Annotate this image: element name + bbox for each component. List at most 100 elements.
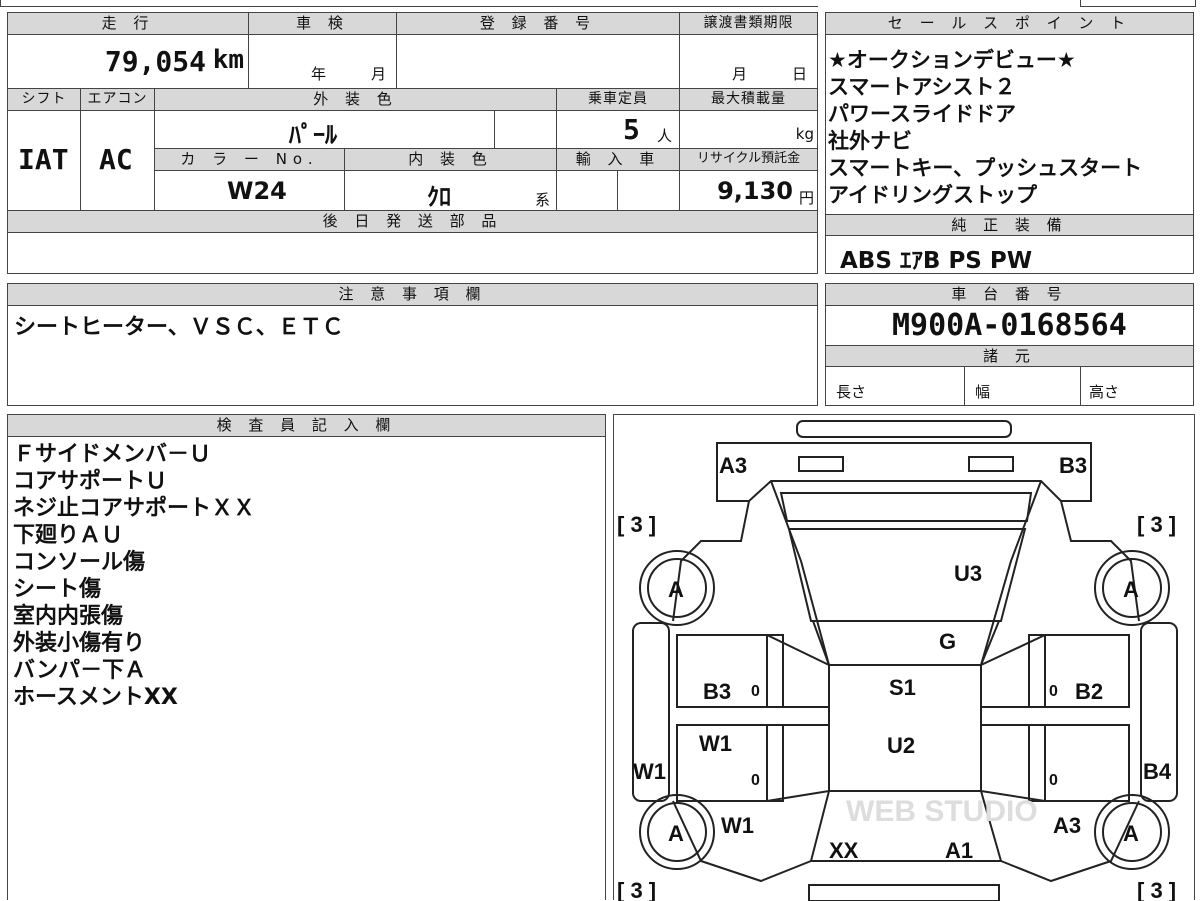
chassis-header: 車 台 番 号 bbox=[826, 284, 1193, 306]
tire-rr-label: A bbox=[1123, 821, 1139, 846]
mileage-unit: km bbox=[212, 45, 244, 75]
watermark: WEB STUDIO bbox=[846, 795, 1038, 828]
sales-points-panel: セ ー ル ス ポ イ ン ト ★オークションデビュー★ スマートアシスト２ パ… bbox=[825, 12, 1194, 274]
label-a3-top: A3 bbox=[719, 453, 747, 478]
mileage-header: 走 行 bbox=[8, 13, 249, 35]
rear-bumper-block bbox=[808, 884, 1000, 901]
color-no-cell: W24 bbox=[155, 171, 345, 211]
standard-equipment-header: 純 正 装 備 bbox=[826, 214, 1193, 236]
tire-fl-label: A bbox=[668, 577, 684, 602]
inspector-notes: Ｆサイドメンバ－Ｕ コアサポートＵ ネジ止コアサポートＸＸ 下廻りＡＵ コンソー… bbox=[13, 441, 255, 711]
label-g: G bbox=[939, 629, 956, 654]
recycle-fee-header: リサイクル預託金 bbox=[680, 149, 817, 171]
label-s1: S1 bbox=[889, 675, 916, 700]
bracket-bottom-right: [ 3 ] bbox=[1137, 878, 1176, 901]
label-b4-right: B4 bbox=[1143, 759, 1172, 784]
tire-rl-label: A bbox=[668, 821, 684, 846]
exterior-color-cell: ﾊﾟｰﾙ bbox=[155, 111, 495, 149]
color-no-header: カ ラ ー No. bbox=[155, 149, 345, 171]
bracket-bottom-left: [ 3 ] bbox=[617, 878, 656, 901]
bracket-top-left: [ 3 ] bbox=[617, 512, 656, 537]
label-zero: 0 bbox=[751, 683, 760, 700]
top-edge-fragment-right bbox=[1080, 0, 1196, 7]
bracket-top-right: [ 3 ] bbox=[1137, 512, 1176, 537]
import-header: 輸 入 車 bbox=[557, 149, 680, 171]
caution-text: シートヒーター、ＶＳＣ、ＥＴＣ bbox=[14, 315, 344, 340]
later-parts-body bbox=[8, 233, 817, 273]
transfer-deadline-cell: 月 日 bbox=[680, 35, 817, 89]
sales-points-list: ★オークションデビュー★ スマートアシスト２ パワースライドドア 社外ナビ スマ… bbox=[828, 47, 1192, 209]
label-zero: 0 bbox=[1049, 772, 1058, 789]
inspector-note-line: ホースメントXX bbox=[13, 685, 178, 710]
recycle-fee-cell: 9,130 円 bbox=[680, 171, 817, 211]
caution-panel: 注 意 事 項 欄 シートヒーター、ＶＳＣ、ＥＴＣ bbox=[7, 283, 818, 406]
headlight-left bbox=[798, 456, 844, 472]
sales-point-item: 社外ナビ bbox=[828, 129, 912, 153]
sales-point-item: パワースライドドア bbox=[828, 102, 1016, 126]
chassis-value: M900A-0168564 bbox=[892, 308, 1127, 343]
recycle-fee-value: 9,130 bbox=[717, 177, 793, 205]
later-parts-header: 後 日 発 送 部 品 bbox=[8, 211, 817, 233]
registration-header: 登 録 番 号 bbox=[397, 13, 680, 35]
inspector-note-line: シート傷 bbox=[13, 577, 102, 602]
inspector-note-line: ネジ止コアサポートＸＸ bbox=[13, 496, 256, 521]
right-door-handle-rear bbox=[1028, 724, 1046, 802]
specs-header: 諸 元 bbox=[826, 345, 1193, 367]
specs-width-label: 幅 bbox=[975, 383, 991, 401]
inspector-note-line: コアサポートＵ bbox=[13, 469, 168, 494]
transfer-month-label: 月 bbox=[732, 65, 748, 83]
interior-color-suffix: 系 bbox=[535, 191, 551, 209]
left-door-handle-front bbox=[766, 634, 784, 708]
sales-point-item: アイドリングストップ bbox=[828, 183, 1037, 207]
inspector-note-line: 室内内張傷 bbox=[13, 604, 124, 629]
headlight-right bbox=[968, 456, 1014, 472]
specs-length-cell: 長さ bbox=[826, 367, 965, 405]
import-cell-a bbox=[557, 171, 618, 211]
aircon-value: AC bbox=[99, 143, 133, 176]
max-load-cell: kg bbox=[680, 111, 817, 149]
label-w1-left-door: W1 bbox=[699, 731, 732, 756]
mileage-value: 79,054 bbox=[104, 45, 206, 78]
interior-color-value: ｸﾛ bbox=[427, 183, 451, 211]
specs-height-label: 高さ bbox=[1089, 383, 1120, 401]
label-u3: U3 bbox=[954, 561, 982, 586]
import-cell-b bbox=[618, 171, 680, 211]
registration-cell bbox=[397, 35, 680, 89]
exterior-color-header: 外 装 色 bbox=[155, 89, 557, 111]
right-door-rear bbox=[980, 724, 1130, 802]
capacity-unit: 人 bbox=[657, 127, 673, 145]
transfer-day-label: 日 bbox=[792, 65, 808, 83]
label-a3-rear-right: A3 bbox=[1053, 813, 1081, 838]
label-b3-left: B3 bbox=[703, 679, 731, 704]
tire-fr-label: A bbox=[1123, 577, 1139, 602]
label-zero: 0 bbox=[751, 772, 760, 789]
chassis-panel: 車 台 番 号 M900A-0168564 諸 元 長さ 幅 高さ bbox=[825, 283, 1194, 406]
inspector-header: 検 査 員 記 入 欄 bbox=[8, 415, 605, 437]
a-pillar-right bbox=[980, 480, 1042, 666]
body-outline-right bbox=[1060, 500, 1140, 622]
label-zero: 0 bbox=[1049, 683, 1058, 700]
specs-length-label: 長さ bbox=[836, 383, 867, 401]
sales-point-item: スマートキー、プッシュスタート bbox=[828, 156, 1143, 180]
specs-height-cell: 高さ bbox=[1081, 367, 1193, 405]
car-diagram: A3 B3 [ 3 ] [ 3 ] [ 3 ] [ 3 ] U3 G S1 U2… bbox=[617, 420, 1178, 901]
right-door-handle-front bbox=[1028, 634, 1046, 708]
capacity-cell: 5 人 bbox=[557, 111, 680, 149]
inspection-cell: 年 月 bbox=[249, 35, 397, 89]
label-b2-right: B2 bbox=[1075, 679, 1103, 704]
hood-vent bbox=[779, 492, 1033, 522]
front-grille-outline bbox=[796, 420, 1012, 438]
label-u2: U2 bbox=[887, 733, 915, 758]
top-edge-fragment bbox=[0, 0, 818, 7]
shift-header: シフト bbox=[8, 89, 81, 111]
exterior-color-extra bbox=[495, 111, 557, 149]
inspection-header: 車 検 bbox=[249, 13, 397, 35]
windshield-outline bbox=[787, 528, 1027, 622]
label-w1-rear-left: W1 bbox=[721, 813, 754, 838]
sales-points-header: セ ー ル ス ポ イ ン ト bbox=[826, 13, 1193, 35]
inspector-note-line: 下廻りＡＵ bbox=[13, 523, 124, 548]
inspector-note-line: 外装小傷有り bbox=[13, 631, 146, 656]
mileage-cell: 79,054 km bbox=[8, 35, 249, 89]
label-xx: XX bbox=[829, 838, 859, 863]
sales-point-item: ★オークションデビュー★ bbox=[828, 48, 1076, 72]
